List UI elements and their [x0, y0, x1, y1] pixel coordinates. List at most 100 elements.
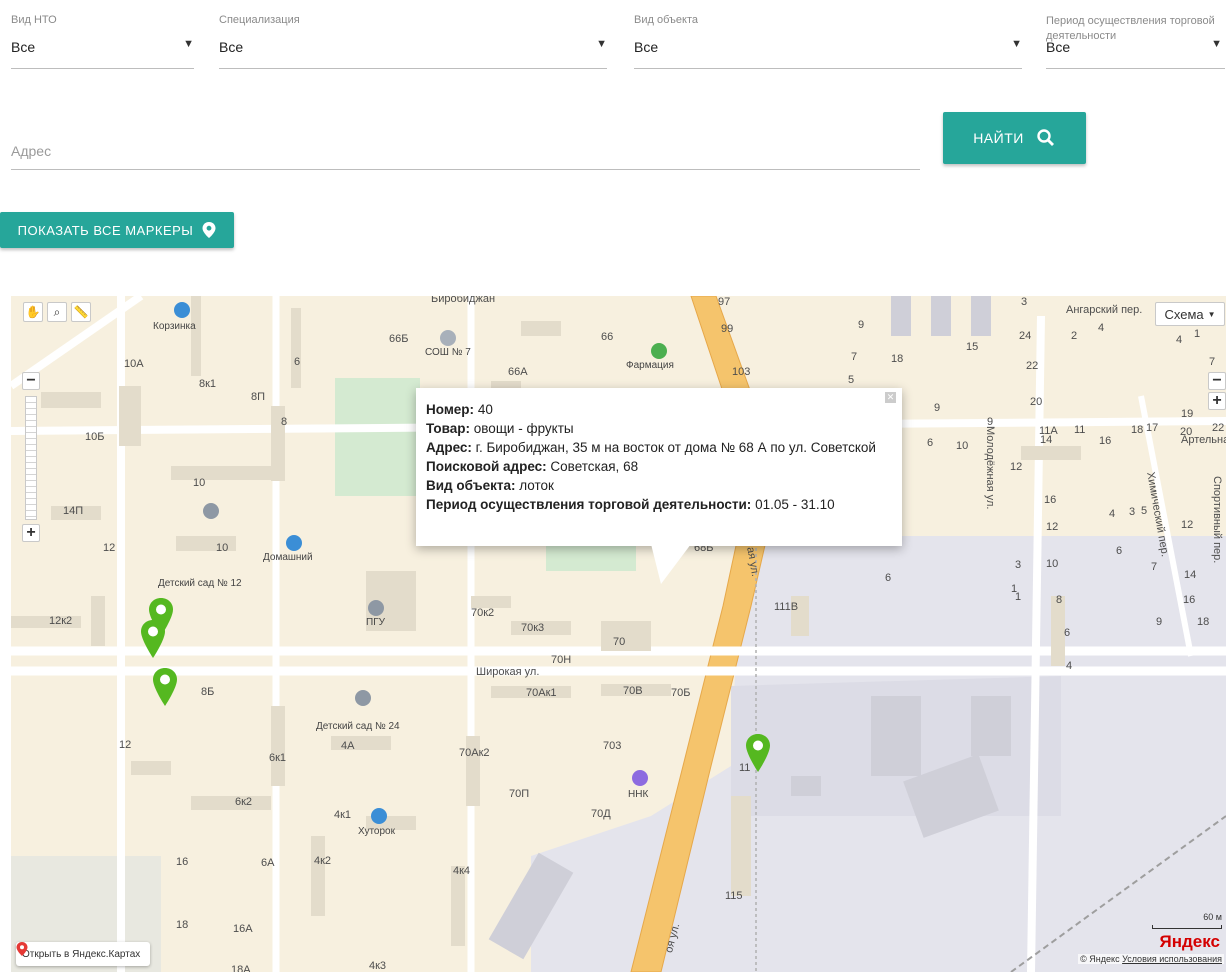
- house-number: 17: [1146, 422, 1159, 434]
- map-pin-icon: [202, 222, 216, 238]
- house-number: 12: [1046, 521, 1059, 533]
- house-number: 8: [1056, 594, 1063, 606]
- map-marker[interactable]: [150, 666, 180, 708]
- map-marker[interactable]: [743, 732, 773, 774]
- house-number: 18: [1131, 424, 1144, 436]
- house-number: 6к2: [235, 796, 253, 808]
- poi-label: Домашний: [263, 552, 313, 563]
- house-number: 8П: [251, 391, 266, 403]
- filter-object-type[interactable]: Вид объекта Все ▼: [634, 0, 1022, 70]
- house-number: 4: [1176, 334, 1183, 346]
- magnifier-icon: ⌕: [53, 304, 61, 319]
- poi-label: Фармация: [626, 360, 674, 371]
- kindergarten-icon: [203, 503, 219, 519]
- house-number: 14: [1184, 569, 1197, 581]
- house-number: 5: [848, 374, 855, 386]
- house-number: 4: [1098, 322, 1105, 334]
- address-placeholder: Адрес: [11, 143, 52, 159]
- filter-underline: [1046, 68, 1225, 69]
- house-number: 14: [1040, 434, 1053, 446]
- street-label: Широкая ул.: [476, 666, 540, 678]
- house-number: 8к1: [199, 378, 217, 390]
- ruler-tool-button[interactable]: 📏: [71, 302, 91, 322]
- house-number: 24: [1019, 330, 1032, 342]
- poi-label: Детский сад № 24: [316, 721, 400, 732]
- shop-icon: [371, 808, 387, 824]
- house-number: 12: [1181, 519, 1194, 531]
- copyright: © Яндекс Условия использования: [1078, 954, 1224, 964]
- show-all-markers-button[interactable]: ПОКАЗАТЬ ВСЕ МАРКЕРЫ: [0, 212, 234, 248]
- house-number: 20: [1030, 396, 1043, 408]
- filter-label: Вид объекта: [634, 14, 698, 26]
- house-number: 99: [721, 323, 734, 335]
- house-number: 70Ак1: [526, 687, 557, 699]
- house-number: 20: [1180, 426, 1193, 438]
- filter-underline: [11, 68, 194, 69]
- zoom-in-button[interactable]: +: [1208, 392, 1226, 410]
- zoom-in-button[interactable]: +: [22, 524, 40, 542]
- university-icon: [368, 600, 384, 616]
- house-number: 70: [613, 636, 626, 648]
- house-number: 703: [603, 740, 622, 752]
- close-icon[interactable]: ✕: [885, 392, 896, 403]
- filter-underline: [634, 68, 1022, 69]
- house-number: 6к1: [269, 752, 287, 764]
- caret-down-icon: ▼: [1211, 38, 1222, 50]
- poi-label: ПГУ: [366, 617, 385, 628]
- find-label: НАЙТИ: [973, 130, 1024, 146]
- filter-nto-type[interactable]: Вид НТО Все ▼: [11, 0, 194, 70]
- house-number: 12к2: [49, 615, 73, 627]
- scale-label: 60 м: [1203, 912, 1222, 922]
- house-number: 70к2: [471, 607, 495, 619]
- filter-label: Период осуществления торговой деятельнос…: [1046, 15, 1215, 42]
- poi-label: Хуторок: [358, 826, 395, 837]
- map[interactable]: Корзинка СОШ № 7 Фармация Домашний Детск…: [11, 296, 1226, 972]
- house-number: 18А: [231, 964, 251, 972]
- house-number: 16: [1183, 594, 1196, 606]
- zoom-out-button[interactable]: −: [22, 372, 40, 390]
- house-number: 4к4: [453, 865, 471, 877]
- house-number: 70к3: [521, 622, 545, 634]
- magnifier-tool-button[interactable]: ⌕: [47, 302, 67, 322]
- map-type-selector[interactable]: Схема ▼: [1155, 302, 1225, 326]
- balloon-row-address: Адрес: г. Биробиджан, 35 м на восток от …: [426, 440, 876, 455]
- open-in-yandex-button[interactable]: Открыть в Яндекс.Картах: [16, 942, 151, 966]
- house-number: 4А: [341, 740, 355, 752]
- terms-link[interactable]: Условия использования: [1122, 954, 1222, 964]
- house-number: 3: [1021, 296, 1028, 308]
- balloon-row-number: Номер: 40: [426, 402, 493, 417]
- house-number: 6А: [261, 857, 275, 869]
- house-number: 4к1: [334, 809, 352, 821]
- house-number: 97: [718, 296, 731, 308]
- house-number: 9: [858, 319, 865, 331]
- filter-specialization[interactable]: Специализация Все ▼: [219, 0, 607, 70]
- zoom-slider[interactable]: [25, 396, 37, 520]
- house-number: 10: [1046, 558, 1059, 570]
- house-number: 4к2: [314, 855, 332, 867]
- house-number: 66Б: [389, 333, 409, 345]
- house-number: 6: [294, 356, 301, 368]
- house-number: 22: [1026, 360, 1039, 372]
- drag-tool-button[interactable]: ✋: [23, 302, 43, 322]
- map-marker[interactable]: [138, 618, 168, 660]
- filter-underline: [219, 68, 607, 69]
- caret-down-icon: ▼: [1011, 38, 1022, 50]
- house-number: 9: [934, 402, 941, 414]
- house-number: 70Н: [551, 654, 572, 666]
- info-balloon: ✕ Номер: 40 Товар: овощи - фрукты Адрес:…: [416, 388, 902, 546]
- balloon-row-search-address: Поисковой адрес: Советская, 68: [426, 459, 639, 474]
- house-number: 12: [119, 739, 132, 751]
- filter-label: Вид НТО: [11, 14, 57, 26]
- filter-trade-period[interactable]: Период осуществления торговой деятельнос…: [1046, 0, 1225, 70]
- house-number: 16: [1099, 435, 1112, 447]
- find-button[interactable]: НАЙТИ: [943, 112, 1086, 164]
- house-number: 103: [732, 366, 751, 378]
- balloon-row-goods: Товар: овощи - фрукты: [426, 421, 574, 436]
- address-input[interactable]: Адрес: [11, 130, 920, 170]
- zoom-out-button[interactable]: −: [1208, 372, 1226, 390]
- map-type-label: Схема: [1164, 306, 1204, 322]
- house-number: 18: [1197, 616, 1210, 628]
- shop-icon: [286, 535, 302, 551]
- kindergarten-icon: [355, 690, 371, 706]
- house-number: 12: [103, 542, 116, 554]
